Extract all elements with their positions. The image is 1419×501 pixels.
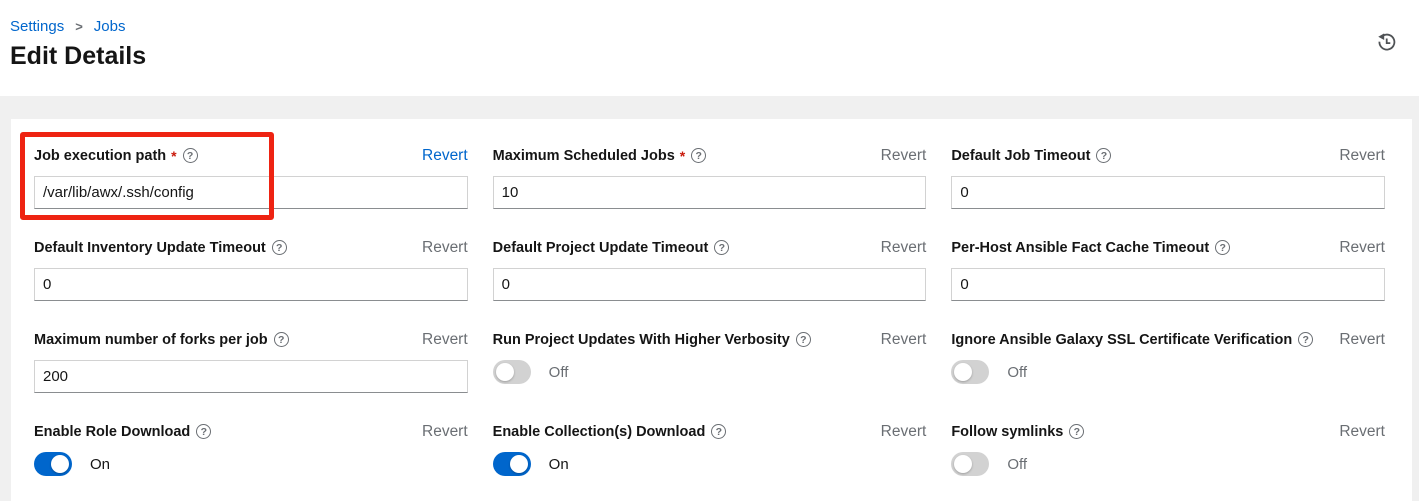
field-label: Default Inventory Update Timeout xyxy=(34,240,266,256)
toggle-switch[interactable] xyxy=(493,360,531,384)
field-per-host-ansible-fact-cache-timeout: Per-Host Ansible Fact Cache Timeout ? Re… xyxy=(951,239,1385,301)
help-icon[interactable]: ? xyxy=(1215,240,1230,255)
settings-form-card: Job execution path * ? Revert Maximum Sc… xyxy=(11,119,1412,501)
revert-button[interactable]: Revert xyxy=(422,423,468,441)
toggle-state-label: On xyxy=(90,456,110,473)
help-icon[interactable]: ? xyxy=(691,148,706,163)
toggle-knob xyxy=(51,455,69,473)
help-icon[interactable]: ? xyxy=(183,148,198,163)
help-icon[interactable]: ? xyxy=(1298,332,1313,347)
breadcrumb: Settings > Jobs xyxy=(10,18,1395,35)
breadcrumb-separator-icon: > xyxy=(75,19,83,34)
revert-button[interactable]: Revert xyxy=(881,239,927,257)
toggle-state-label: On xyxy=(549,456,569,473)
field-maximum-scheduled-jobs: Maximum Scheduled Jobs * ? Revert xyxy=(493,147,927,209)
field-ignore-galaxy-ssl-verification: Ignore Ansible Galaxy SSL Certificate Ve… xyxy=(951,331,1385,393)
revert-button[interactable]: Revert xyxy=(422,331,468,349)
toggle-switch[interactable] xyxy=(951,360,989,384)
toggle-knob xyxy=(954,455,972,473)
field-default-project-update-timeout: Default Project Update Timeout ? Revert xyxy=(493,239,927,301)
default-job-timeout-input[interactable] xyxy=(951,176,1385,209)
toggle-knob xyxy=(954,363,972,381)
default-inventory-update-timeout-input[interactable] xyxy=(34,268,468,301)
field-default-inventory-update-timeout: Default Inventory Update Timeout ? Rever… xyxy=(34,239,468,301)
page-header: Settings > Jobs Edit Details xyxy=(0,0,1419,96)
field-job-execution-path: Job execution path * ? Revert xyxy=(34,147,468,209)
field-label: Per-Host Ansible Fact Cache Timeout xyxy=(951,240,1209,256)
default-project-update-timeout-input[interactable] xyxy=(493,268,927,301)
field-label: Ignore Ansible Galaxy SSL Certificate Ve… xyxy=(951,332,1292,348)
revert-button[interactable]: Revert xyxy=(881,423,927,441)
job-execution-path-input[interactable] xyxy=(34,176,468,209)
field-label: Run Project Updates With Higher Verbosit… xyxy=(493,332,790,348)
revert-button[interactable]: Revert xyxy=(422,239,468,257)
revert-button[interactable]: Revert xyxy=(1339,147,1385,165)
help-icon[interactable]: ? xyxy=(714,240,729,255)
field-label: Enable Collection(s) Download xyxy=(493,424,706,440)
field-label: Follow symlinks xyxy=(951,424,1063,440)
help-icon[interactable]: ? xyxy=(796,332,811,347)
toggle-state-label: Off xyxy=(1007,456,1027,473)
field-label: Default Job Timeout xyxy=(951,148,1090,164)
toggle-switch[interactable] xyxy=(34,452,72,476)
toggle-knob xyxy=(510,455,528,473)
toggle-knob xyxy=(496,363,514,381)
field-label: Job execution path xyxy=(34,148,166,164)
field-run-project-updates-higher-verbosity: Run Project Updates With Higher Verbosit… xyxy=(493,331,927,393)
revert-button[interactable]: Revert xyxy=(1339,423,1385,441)
field-label: Maximum number of forks per job xyxy=(34,332,268,348)
toggle-state-label: Off xyxy=(1007,364,1027,381)
per-host-ansible-fact-cache-timeout-input[interactable] xyxy=(951,268,1385,301)
toggle-switch[interactable] xyxy=(951,452,989,476)
revert-button[interactable]: Revert xyxy=(1339,331,1385,349)
page-title: Edit Details xyxy=(10,42,1395,71)
field-default-job-timeout: Default Job Timeout ? Revert xyxy=(951,147,1385,209)
help-icon[interactable]: ? xyxy=(196,424,211,439)
revert-button[interactable]: Revert xyxy=(1339,239,1385,257)
required-asterisk: * xyxy=(171,148,176,164)
breadcrumb-jobs[interactable]: Jobs xyxy=(94,18,126,35)
maximum-forks-per-job-input[interactable] xyxy=(34,360,468,393)
field-enable-collections-download: Enable Collection(s) Download ? Revert O… xyxy=(493,423,927,485)
field-maximum-forks-per-job: Maximum number of forks per job ? Revert xyxy=(34,331,468,393)
history-icon[interactable] xyxy=(1376,32,1396,52)
revert-button[interactable]: Revert xyxy=(881,331,927,349)
help-icon[interactable]: ? xyxy=(274,332,289,347)
maximum-scheduled-jobs-input[interactable] xyxy=(493,176,927,209)
form-grid: Job execution path * ? Revert Maximum Sc… xyxy=(34,147,1385,485)
field-label: Enable Role Download xyxy=(34,424,190,440)
help-icon[interactable]: ? xyxy=(1096,148,1111,163)
help-icon[interactable]: ? xyxy=(711,424,726,439)
field-enable-role-download: Enable Role Download ? Revert On xyxy=(34,423,468,485)
field-follow-symlinks: Follow symlinks ? Revert Off xyxy=(951,423,1385,485)
revert-button[interactable]: Revert xyxy=(422,147,468,165)
toggle-state-label: Off xyxy=(549,364,569,381)
field-label: Maximum Scheduled Jobs xyxy=(493,148,675,164)
help-icon[interactable]: ? xyxy=(272,240,287,255)
breadcrumb-settings[interactable]: Settings xyxy=(10,18,64,35)
required-asterisk: * xyxy=(680,148,685,164)
revert-button[interactable]: Revert xyxy=(881,147,927,165)
field-label: Default Project Update Timeout xyxy=(493,240,709,256)
help-icon[interactable]: ? xyxy=(1069,424,1084,439)
toggle-switch[interactable] xyxy=(493,452,531,476)
